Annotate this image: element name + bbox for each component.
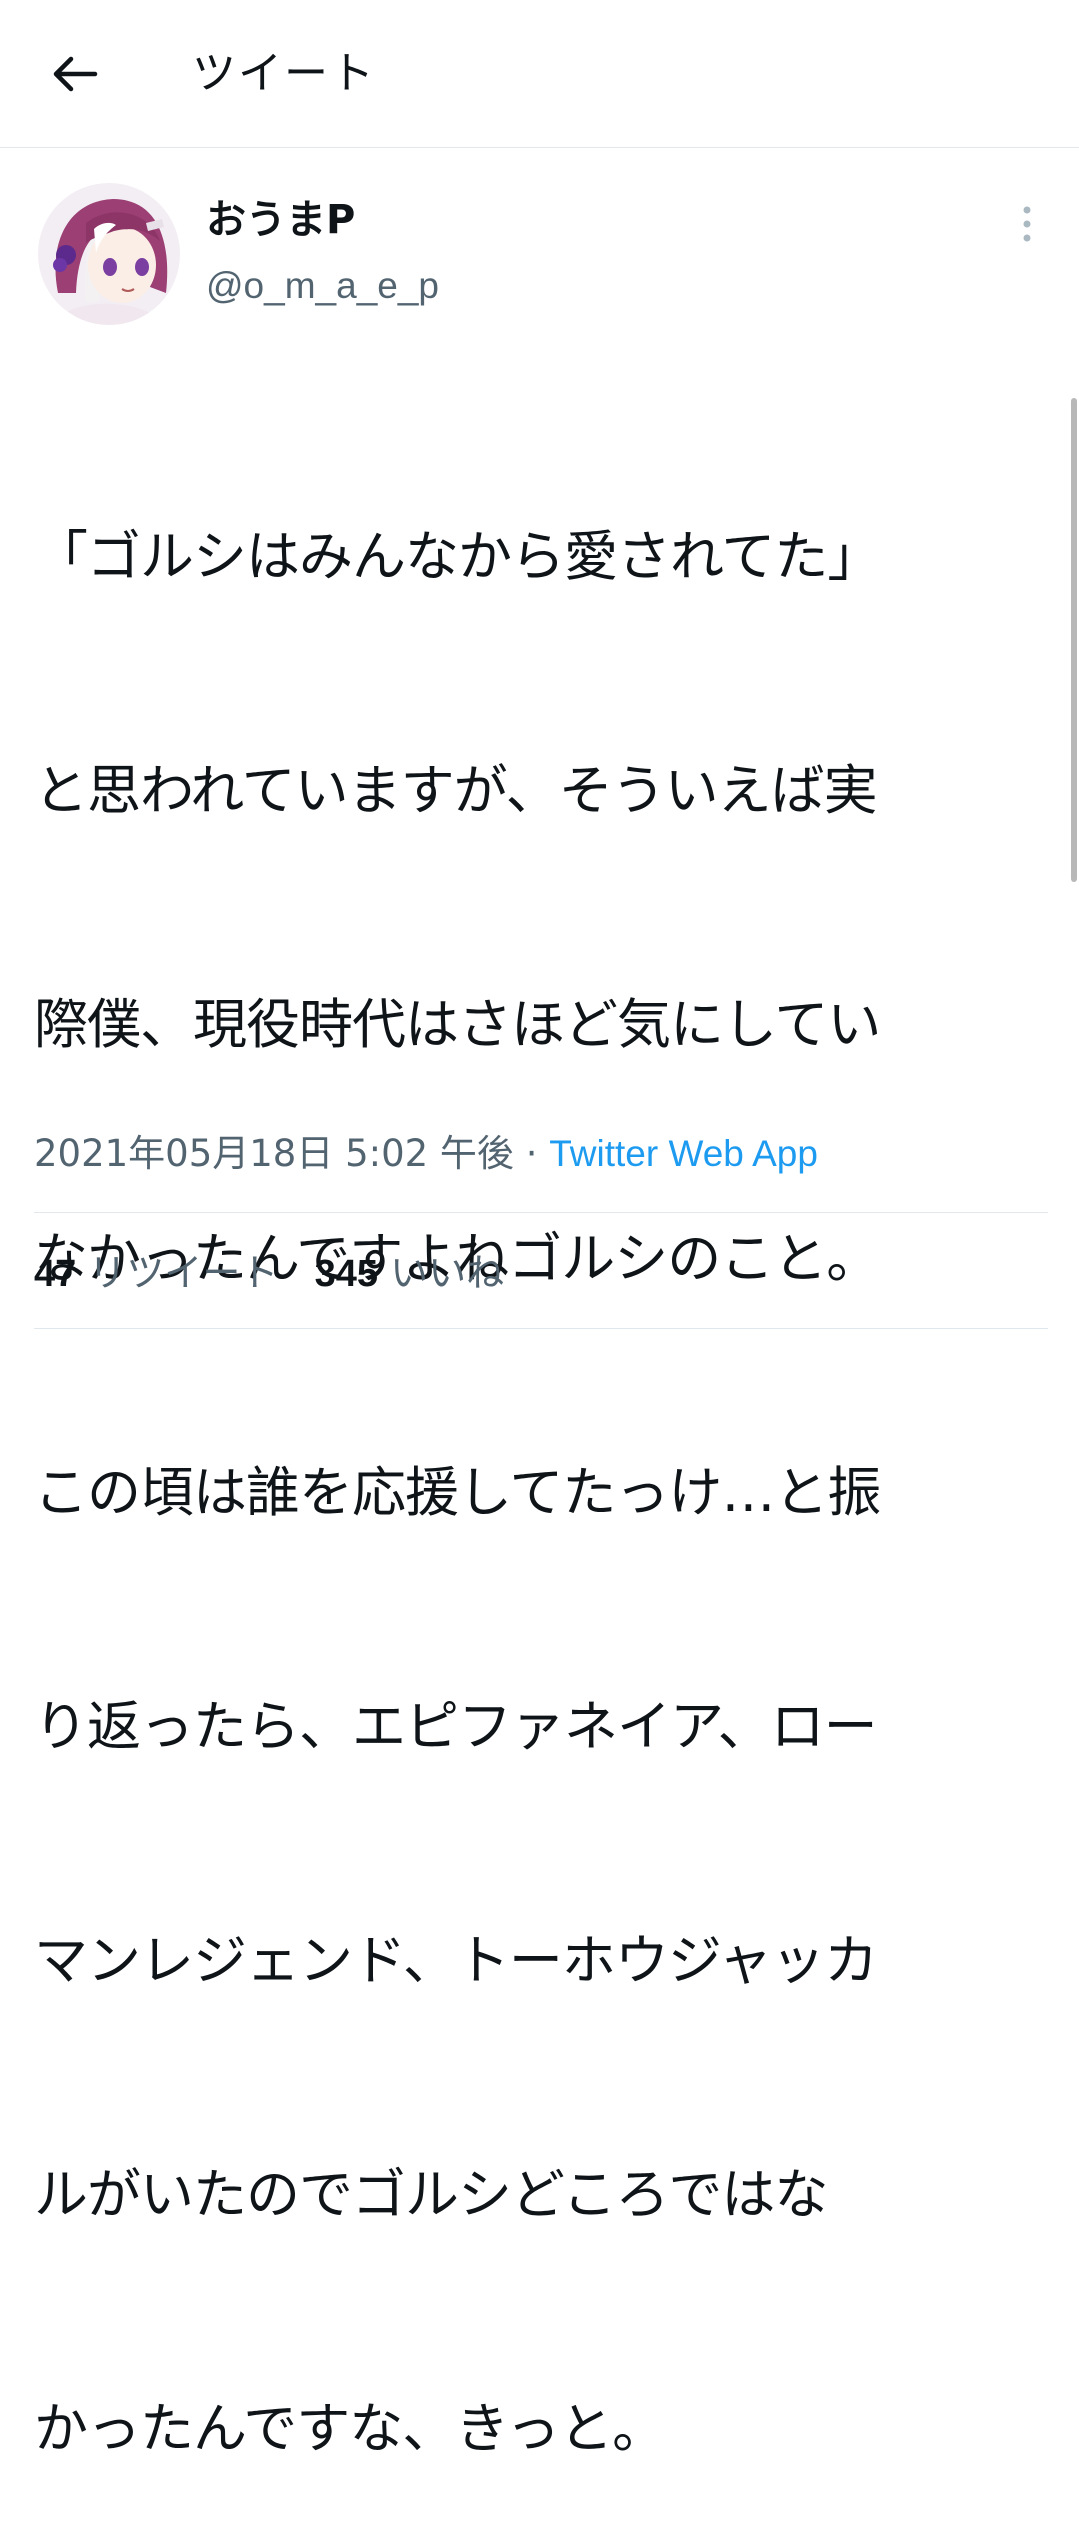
likes-stat[interactable]: 345 いいね [315,1251,505,1295]
tweet-line: ルがいたのでゴルシどころではな [34,2163,828,2226]
likes-label: いいね [390,1251,505,1295]
vertical-dots-icon [1023,206,1031,242]
tweet-line: かったんですな、きっと。 [34,2397,666,2460]
avatar-illustration [38,183,180,325]
avatar[interactable] [38,183,180,325]
tweet-text: 「ゴルシはみんなから愛されてた」 と思われていますが、そういえば実 際僕、現役時… [34,362,1054,2546]
page-title: ツイート [192,48,376,99]
engagement-stats: 47 リツイート 345 いいね [34,1245,504,1302]
user-handle[interactable]: @o_m_a_e_p [206,261,439,311]
scrollbar[interactable] [1071,398,1077,882]
top-bar: ツイート [0,0,1079,148]
divider [34,1328,1048,1329]
tweet-timestamp[interactable]: 2021年05月18日 5:02 午後 [34,1132,514,1175]
likes-count: 345 [314,1253,379,1295]
retweets-label: リツイート [88,1251,279,1295]
retweets-stat[interactable]: 47 リツイート [34,1251,278,1295]
tweet-line: 際僕、現役時代はさほど気にしてい [34,993,881,1056]
tweet-line: と思われていますが、そういえば実 [34,759,878,822]
tweet-line: 「ゴルシはみんなから愛されてた」 [34,525,881,588]
more-options-button[interactable] [1010,200,1044,248]
tweet-meta: 2021年05月18日 5:02 午後 · Twitter Web App [34,1128,818,1180]
back-button[interactable] [40,44,108,104]
retweets-count: 47 [34,1253,77,1295]
tweet-line: この頃は誰を応援してたっけ…と振 [34,1461,881,1524]
display-name[interactable]: おうまP [206,195,355,245]
tweet-line: マンレジェンド、トーホウジャッカ [34,1929,878,1992]
arrow-left-icon [53,56,98,92]
source-link[interactable]: Twitter Web App [549,1133,818,1174]
divider [34,1212,1048,1213]
meta-separator: · [513,1132,550,1175]
tweet-line: り返ったら、エピファネイア、ロー [34,1695,878,1758]
